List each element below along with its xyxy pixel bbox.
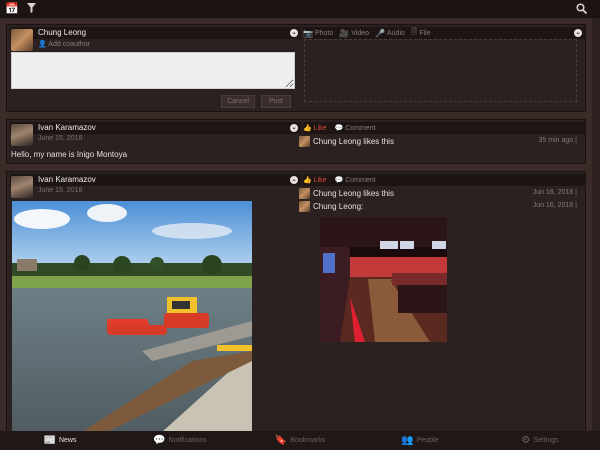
- story-post: Ivan Karamazov ⌄ June 15, 2018 Hello, my…: [6, 119, 586, 164]
- search-icon[interactable]: [576, 3, 588, 17]
- comment-button[interactable]: 💬 Comment: [335, 176, 376, 184]
- add-coauthor-link[interactable]: 👤 Add coauthor: [38, 40, 90, 48]
- chevron-down-icon[interactable]: ⌄: [290, 29, 298, 37]
- comment-button[interactable]: 💬 Comment: [335, 124, 376, 132]
- post-photo-lake[interactable]: [12, 201, 252, 432]
- tab-people[interactable]: 👥 People: [360, 431, 480, 450]
- tab-news[interactable]: 📰 News: [0, 431, 120, 450]
- media-drop-zone[interactable]: [304, 39, 577, 102]
- chevron-down-icon[interactable]: ⌄: [290, 124, 298, 132]
- avatar: [299, 188, 310, 199]
- camera-icon: 📷: [303, 28, 313, 38]
- reaction-time: 35 min ago: [539, 137, 577, 144]
- file-icon: 🗎: [410, 27, 418, 36]
- composer-author-bar: Chung Leong ⌄: [10, 27, 301, 39]
- calendar-icon[interactable]: 📅: [5, 3, 19, 15]
- post-button[interactable]: Post: [261, 95, 291, 108]
- tab-file[interactable]: 🗎 File: [411, 26, 431, 40]
- thumbs-up-icon: 👍: [303, 125, 312, 132]
- notifications-icon: 💬: [153, 435, 166, 446]
- chevron-down-icon[interactable]: ⌄: [290, 176, 298, 184]
- avatar: [299, 136, 310, 147]
- thumbs-up-icon: 👍: [303, 177, 312, 184]
- avatar: [11, 176, 33, 198]
- cancel-button[interactable]: Cancel: [221, 95, 255, 108]
- author-name[interactable]: Ivan Karamazov: [38, 123, 96, 132]
- tab-bookmarks[interactable]: 🔖 Bookmarks: [240, 431, 360, 450]
- settings-icon: ⚙: [521, 435, 531, 446]
- filter-icon[interactable]: [26, 2, 36, 16]
- post-actions-bar: 👍 Like 💬 Comment: [303, 174, 585, 186]
- comment-icon: 💬: [334, 177, 344, 184]
- post-author-bar: Ivan Karamazov ⌄: [10, 174, 301, 186]
- reaction-item: Chung Leong likes this: [299, 136, 394, 147]
- media-tabs-bar: 📷 Photo 🎥 Video 🎤 Audio 🗎 File ⌄: [303, 27, 585, 39]
- comment-icon: 💬: [334, 125, 344, 132]
- post-text-input[interactable]: [11, 52, 295, 89]
- author-name[interactable]: Ivan Karamazov: [38, 175, 96, 184]
- people-icon: 👥: [401, 435, 414, 446]
- post-date: June 15, 2018: [38, 187, 83, 194]
- news-icon: 📰: [43, 435, 56, 446]
- reaction-time: Jun 16, 2018: [533, 189, 577, 196]
- tab-photo[interactable]: 📷 Photo: [303, 29, 333, 38]
- comment-item: Chung Leong:: [299, 201, 363, 212]
- microphone-icon: 🎤: [375, 28, 385, 38]
- author-name: Chung Leong: [38, 28, 87, 37]
- comment-time: Jun 16, 2018: [533, 202, 577, 209]
- video-icon: 🎥: [339, 28, 350, 38]
- post-composer: Chung Leong ⌄ 👤 Add coauthor Cancel Post…: [6, 24, 586, 112]
- avatar: [11, 124, 33, 146]
- top-bar: 📅: [0, 0, 600, 18]
- post-text: Hello, my name is Inigo Montoya: [11, 150, 128, 159]
- like-button[interactable]: 👍 Like: [303, 124, 327, 132]
- scrollbar[interactable]: [592, 18, 600, 431]
- post-author-bar: Ivan Karamazov ⌄: [10, 122, 301, 134]
- chevron-down-icon[interactable]: ⌄: [574, 29, 582, 37]
- add-user-icon: 👤: [38, 41, 47, 48]
- story-post: Ivan Karamazov ⌄ June 15, 2018 👍 Like 💬 …: [6, 171, 586, 433]
- reaction-item: Chung Leong likes this: [299, 188, 394, 199]
- tab-notifications[interactable]: 💬 Notifications: [120, 431, 240, 450]
- tab-audio[interactable]: 🎤 Audio: [375, 29, 405, 38]
- post-date: June 15, 2018: [38, 135, 83, 142]
- comment-photo-bowling[interactable]: [320, 217, 447, 342]
- avatar: [299, 201, 310, 212]
- post-actions-bar: 👍 Like 💬 Comment: [303, 122, 585, 134]
- avatar: [11, 29, 33, 51]
- bottom-tab-bar: 📰 News 💬 Notifications 🔖 Bookmarks 👥 People …: [0, 431, 600, 450]
- like-button[interactable]: 👍 Like: [303, 176, 327, 184]
- tab-settings[interactable]: ⚙ Settings: [480, 431, 600, 450]
- bookmark-icon: 🔖: [274, 435, 288, 446]
- tab-video[interactable]: 🎥 Video: [339, 29, 369, 38]
